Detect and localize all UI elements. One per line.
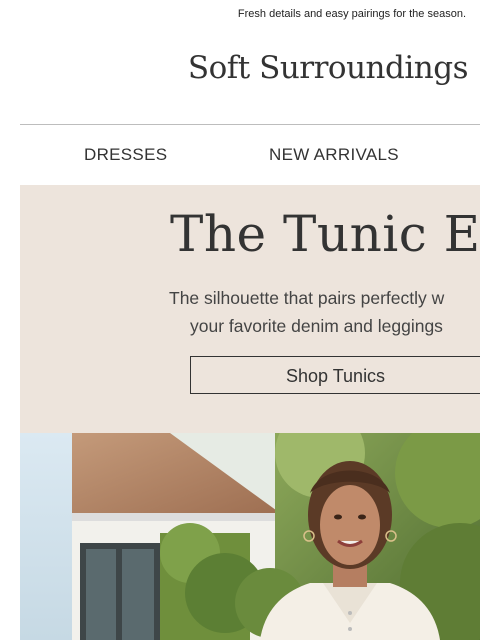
hero-subtitle-line-2: your favorite denim and leggings [190,316,443,336]
nav-item-dresses[interactable]: DRESSES [84,145,167,165]
header-divider [20,124,480,125]
nav-item-new-arrivals[interactable]: NEW ARRIVALS [269,145,399,165]
brand-logo[interactable]: Soft Surroundings [0,50,469,86]
hero-banner[interactable]: The Tunic Edi The silhouette that pairs … [20,185,480,433]
hero-photo-image [20,433,480,640]
shop-tunics-button[interactable]: Shop Tunics [190,356,480,394]
hero-subtitle-line-1: The silhouette that pairs perfectly w [169,288,445,308]
hero-photo[interactable] [20,433,480,640]
hero-title: The Tunic Edi [170,205,480,263]
preheader-text: Fresh details and easy pairings for the … [237,8,466,20]
shop-tunics-button-label: Shop Tunics [286,366,386,386]
